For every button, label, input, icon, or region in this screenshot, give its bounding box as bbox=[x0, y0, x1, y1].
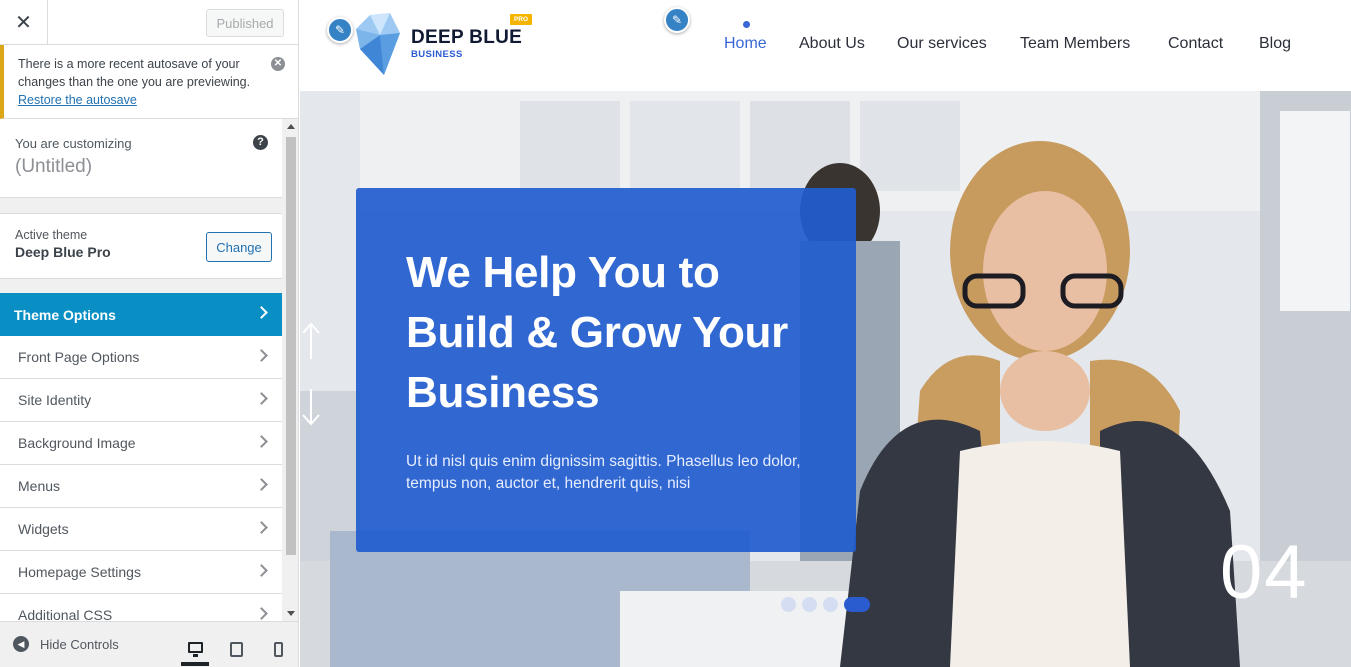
edit-logo-shortcut[interactable]: ✎ bbox=[327, 17, 353, 43]
active-nav-indicator bbox=[743, 21, 750, 28]
site-title: (Untitled) bbox=[15, 156, 93, 177]
restore-autosave-link[interactable]: Restore the autosave bbox=[18, 93, 137, 107]
customizer-sidebar: ✕ Published There is a more recent autos… bbox=[0, 0, 299, 667]
nav-link-our-services[interactable]: Our services bbox=[897, 35, 987, 53]
slider-dot-active[interactable] bbox=[844, 597, 870, 612]
customizer-footer: ◀ Hide Controls bbox=[0, 621, 298, 667]
slider-pagination bbox=[781, 597, 876, 612]
menu-item-label: Additional CSS bbox=[18, 607, 113, 621]
hero-title-line: Build & Grow Your bbox=[406, 308, 788, 357]
menu-item-label: Site Identity bbox=[18, 392, 92, 408]
preview-desktop-button[interactable] bbox=[181, 632, 209, 666]
site-preview: ✎ DEEP BLUE BUSINESS PRO ✎ Home About Us… bbox=[300, 0, 1351, 667]
hero-slider: We Help You to Build & Grow Your Busines… bbox=[300, 91, 1351, 667]
slider-dot[interactable] bbox=[823, 597, 838, 612]
menu-item-widgets[interactable]: Widgets bbox=[0, 508, 282, 551]
scroll-up-arrow-icon[interactable] bbox=[287, 124, 295, 129]
pencil-icon: ✎ bbox=[334, 23, 346, 37]
collapse-icon: ◀ bbox=[13, 636, 29, 652]
nav-link-team-members[interactable]: Team Members bbox=[1020, 35, 1130, 53]
slider-next-arrow-icon[interactable] bbox=[300, 387, 322, 427]
publish-button[interactable]: Published bbox=[206, 9, 284, 37]
scroll-down-arrow-icon[interactable] bbox=[287, 611, 295, 616]
menu-item-label: Widgets bbox=[18, 521, 69, 537]
chevron-right-icon bbox=[255, 564, 268, 577]
nav-link-about-us[interactable]: About Us bbox=[799, 35, 865, 53]
chevron-right-icon bbox=[255, 392, 268, 405]
pencil-icon: ✎ bbox=[671, 13, 683, 27]
menu-item-theme-options[interactable]: Theme Options bbox=[0, 293, 282, 336]
hide-controls-button[interactable]: ◀ Hide Controls bbox=[13, 636, 119, 652]
site-header: ✎ DEEP BLUE BUSINESS PRO ✎ Home About Us… bbox=[300, 0, 1351, 91]
dismiss-notice-icon[interactable]: ✕ bbox=[271, 57, 285, 71]
chevron-right-icon bbox=[255, 349, 268, 362]
tablet-icon bbox=[229, 641, 243, 657]
nav-link-blog[interactable]: Blog bbox=[1259, 35, 1291, 53]
menu-item-label: Theme Options bbox=[14, 306, 116, 323]
scrollbar-thumb[interactable] bbox=[286, 137, 296, 555]
hide-controls-label: Hide Controls bbox=[40, 636, 119, 652]
preview-mobile-button[interactable] bbox=[264, 632, 292, 666]
logo-icon bbox=[356, 13, 402, 80]
menu-item-site-identity[interactable]: Site Identity bbox=[0, 379, 282, 422]
mobile-icon bbox=[273, 641, 283, 657]
active-theme-section: Active theme Deep Blue Pro Change bbox=[0, 213, 282, 279]
customizing-info: You are customizing (Untitled) ? bbox=[0, 119, 282, 198]
edit-menu-shortcut[interactable]: ✎ bbox=[664, 7, 690, 33]
chevron-right-icon bbox=[255, 306, 268, 319]
slide-number: 04 bbox=[1220, 530, 1309, 615]
autosave-notice: There is a more recent autosave of your … bbox=[0, 45, 298, 119]
slider-prev-arrow-icon[interactable] bbox=[300, 321, 322, 361]
hero-subtitle: Ut id nisl quis enim dignissim sagittis.… bbox=[406, 453, 801, 492]
close-icon: ✕ bbox=[15, 12, 32, 34]
site-brand-name[interactable]: DEEP BLUE bbox=[411, 27, 522, 49]
chevron-right-icon bbox=[255, 435, 268, 448]
hero-title: We Help You to Build & Grow Your Busines… bbox=[406, 243, 806, 423]
hero-title-line: We Help You to bbox=[406, 248, 720, 297]
autosave-notice-text: There is a more recent autosave of your … bbox=[18, 57, 251, 89]
slider-dot[interactable] bbox=[802, 597, 817, 612]
change-theme-button[interactable]: Change bbox=[206, 232, 272, 262]
preview-tablet-button[interactable] bbox=[222, 632, 250, 666]
slider-dot[interactable] bbox=[781, 597, 796, 612]
close-customizer-button[interactable]: ✕ bbox=[0, 0, 48, 45]
hero-card: We Help You to Build & Grow Your Busines… bbox=[356, 188, 856, 552]
menu-item-label: Front Page Options bbox=[18, 349, 140, 365]
chevron-right-icon bbox=[255, 521, 268, 534]
menu-item-menus[interactable]: Menus bbox=[0, 465, 282, 508]
desktop-icon bbox=[187, 641, 203, 657]
hero-title-line: Business bbox=[406, 368, 600, 417]
chevron-right-icon bbox=[255, 478, 268, 491]
customizer-header: ✕ Published bbox=[0, 0, 298, 45]
menu-item-label: Homepage Settings bbox=[18, 564, 141, 580]
chevron-right-icon bbox=[255, 607, 268, 620]
site-brand-subtitle: BUSINESS bbox=[411, 49, 463, 60]
pro-badge: PRO bbox=[510, 14, 532, 25]
menu-item-front-page-options[interactable]: Front Page Options bbox=[0, 336, 282, 379]
menu-item-label: Menus bbox=[18, 478, 61, 494]
menu-item-homepage-settings[interactable]: Homepage Settings bbox=[0, 551, 282, 594]
menu-item-additional-css[interactable]: Additional CSS bbox=[0, 594, 282, 621]
panel-scrollbar[interactable] bbox=[284, 119, 298, 621]
customizer-panel: You are customizing (Untitled) ? Active … bbox=[0, 119, 298, 621]
customizer-menu: Theme Options Front Page Options Site Id… bbox=[0, 293, 282, 621]
nav-link-home[interactable]: Home bbox=[724, 35, 767, 53]
menu-item-label: Background Image bbox=[18, 435, 136, 451]
nav-link-contact[interactable]: Contact bbox=[1168, 35, 1223, 53]
help-icon[interactable]: ? bbox=[253, 135, 268, 150]
menu-item-background-image[interactable]: Background Image bbox=[0, 422, 282, 465]
customizing-label: You are customizing bbox=[15, 136, 132, 151]
